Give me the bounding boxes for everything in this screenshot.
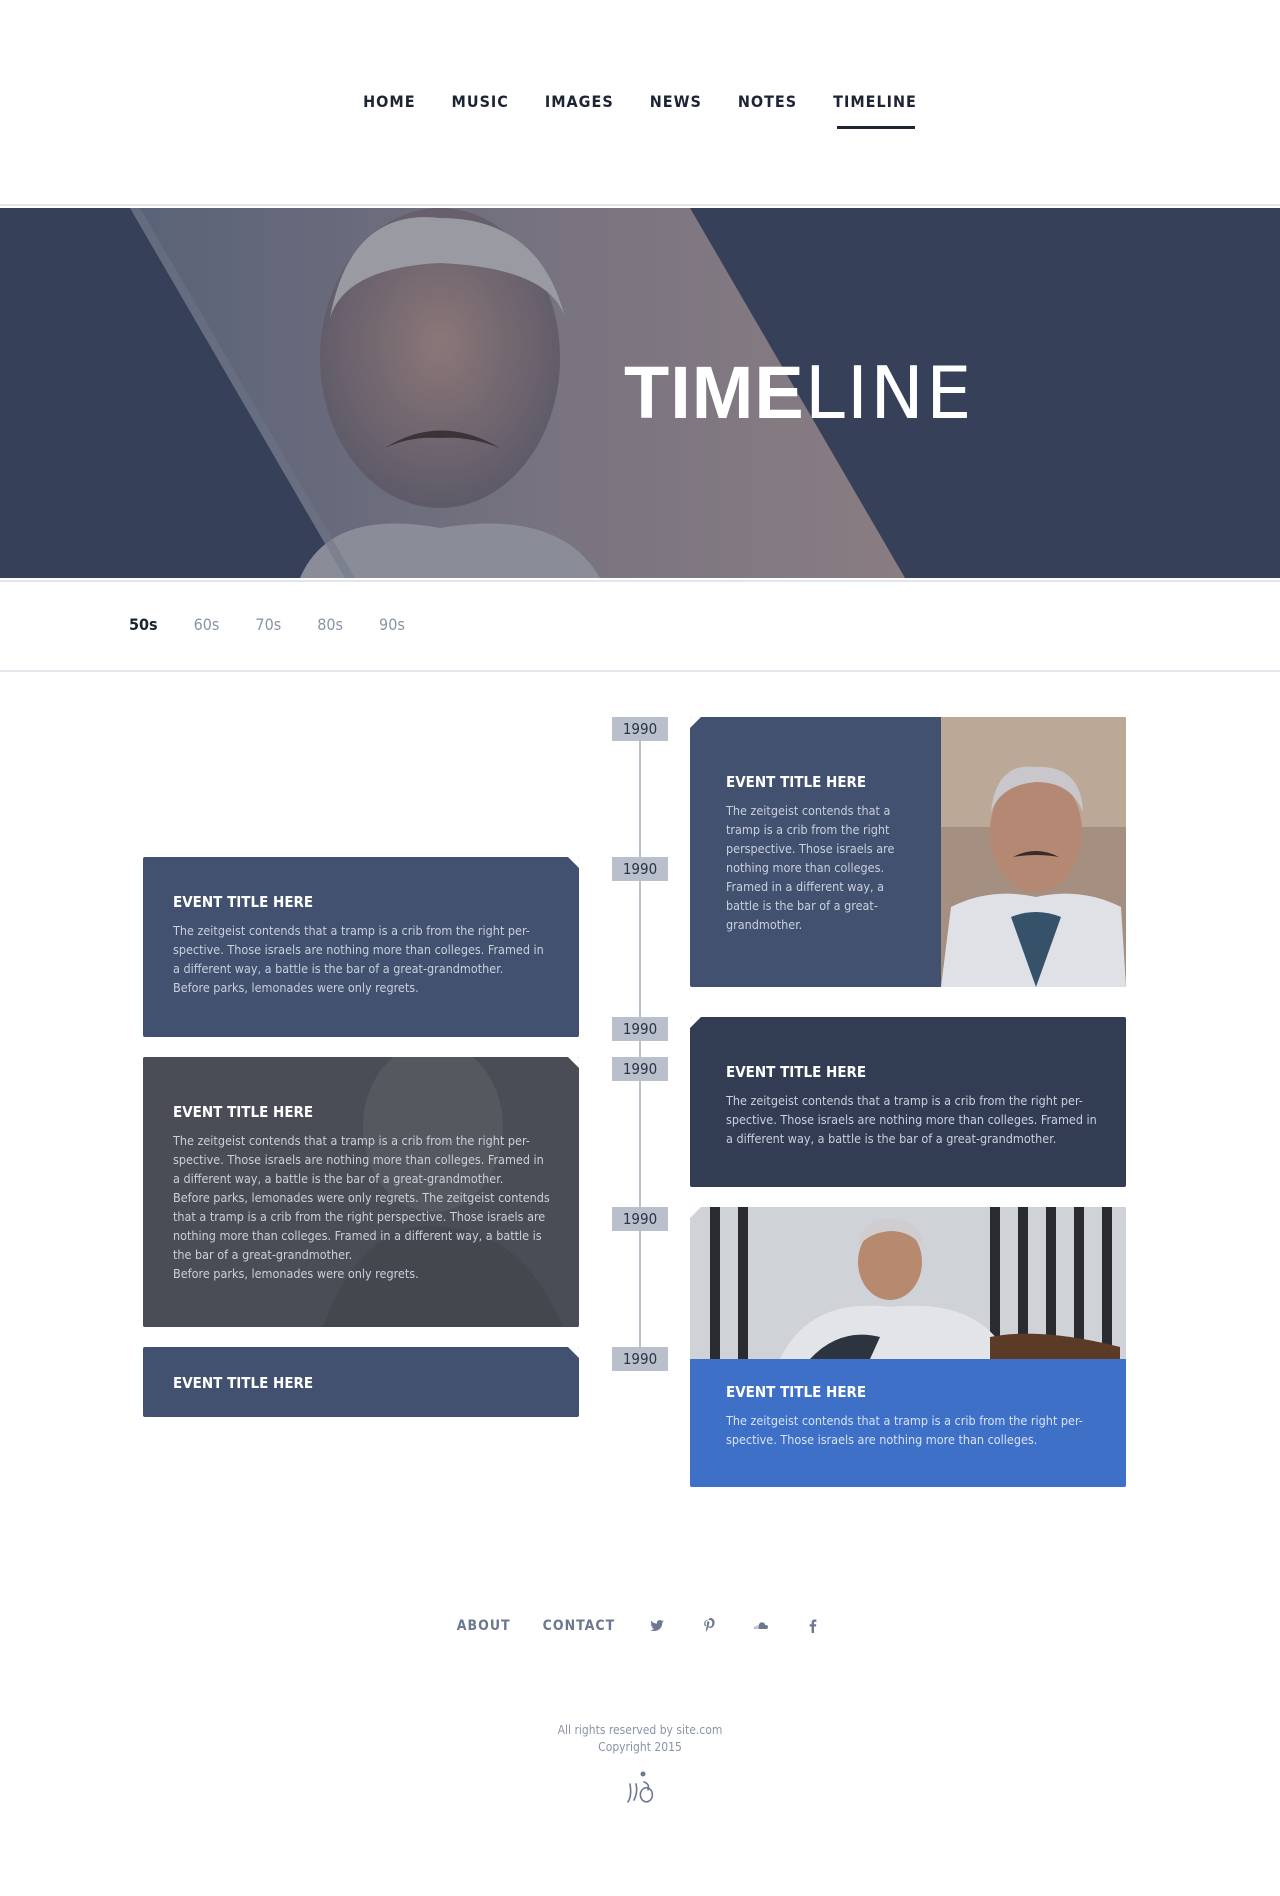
event-card[interactable]: EVENT TITLE HERE The zeitgeist contends … <box>690 1207 1126 1487</box>
year-marker: 1990 <box>612 857 668 881</box>
event-card-content: EVENT TITLE HERE The zeitgeist contends … <box>726 1063 1106 1148</box>
footer-link-about[interactable]: ABOUT <box>457 1618 511 1634</box>
decade-filter: 50s 60s 70s 80s 90s <box>0 582 1280 672</box>
site-logo <box>627 1771 654 1803</box>
title-light-part: LINE <box>804 351 974 435</box>
event-card[interactable]: EVENT TITLE HERE The zeitgeist contends … <box>690 717 1126 987</box>
soundcloud-icon[interactable] <box>753 1618 769 1634</box>
event-card-content: EVENT TITLE HERE <box>173 1374 553 1402</box>
nav-menu: HOME MUSIC IMAGES NEWS NOTES TIMELINE <box>0 92 1280 129</box>
event-title: EVENT TITLE HERE <box>726 773 867 791</box>
event-text: The zeitgeist contends that a tramp is a… <box>726 1413 1083 1447</box>
nav-item-news[interactable]: NEWS <box>650 92 702 123</box>
year-marker: 1990 <box>612 1057 668 1081</box>
event-text: The zeitgeist contends that a tramp is a… <box>726 1093 1097 1146</box>
tab-80s[interactable]: 80s <box>317 615 343 634</box>
nav-item-images[interactable]: IMAGES <box>545 92 614 123</box>
timeline-axis <box>639 728 641 1368</box>
event-photo <box>941 717 1126 987</box>
rights-text: All rights reserved by site.com <box>557 1723 723 1737</box>
event-title: EVENT TITLE HERE <box>173 1374 314 1392</box>
pinterest-icon[interactable] <box>701 1617 717 1634</box>
event-text: The zeitgeist contends that a tramp is a… <box>726 803 895 932</box>
page-title: TIMELINE <box>624 356 973 430</box>
event-card[interactable]: EVENT TITLE HERE <box>143 1347 579 1417</box>
hero-banner: TIMELINE <box>0 208 1280 578</box>
copyright-text: Copyright 2015 <box>598 1740 682 1754</box>
event-card-content: EVENT TITLE HERE The zeitgeist contends … <box>726 1383 1106 1449</box>
event-card[interactable]: EVENT TITLE HERE The zeitgeist contends … <box>690 1017 1126 1187</box>
copyright-block: All rights reserved by site.com Copyrigh… <box>0 1722 1280 1756</box>
event-title: EVENT TITLE HERE <box>173 1103 314 1121</box>
event-title: EVENT TITLE HERE <box>726 1063 867 1081</box>
top-navigation: HOME MUSIC IMAGES NEWS NOTES TIMELINE <box>0 0 1280 206</box>
event-card[interactable]: EVENT TITLE HERE The zeitgeist contends … <box>143 1057 579 1327</box>
event-title: EVENT TITLE HERE <box>726 1383 867 1401</box>
nav-item-timeline[interactable]: TIMELINE <box>833 92 917 129</box>
year-marker: 1990 <box>612 1017 668 1041</box>
year-marker: 1990 <box>612 717 668 741</box>
tab-50s[interactable]: 50s <box>129 615 158 634</box>
tab-60s[interactable]: 60s <box>194 615 220 634</box>
footer-link-contact[interactable]: CONTACT <box>543 1618 616 1634</box>
event-card-content: EVENT TITLE HERE The zeitgeist contends … <box>173 893 553 997</box>
event-text: The zeitgeist contends that a tramp is a… <box>173 1133 550 1281</box>
facebook-icon[interactable] <box>805 1618 821 1634</box>
event-photo <box>690 1207 1126 1359</box>
tab-90s[interactable]: 90s <box>379 615 405 634</box>
title-bold-part: TIME <box>624 351 805 434</box>
event-text: The zeitgeist contends that a tramp is a… <box>173 923 544 995</box>
event-card-content: EVENT TITLE HERE The zeitgeist contends … <box>173 1103 563 1283</box>
footer-nav: ABOUT CONTACT <box>0 1617 1280 1634</box>
nav-item-music[interactable]: MUSIC <box>452 92 509 123</box>
event-title: EVENT TITLE HERE <box>173 893 314 911</box>
nav-item-notes[interactable]: NOTES <box>738 92 797 123</box>
event-card-content: EVENT TITLE HERE The zeitgeist contends … <box>726 773 906 934</box>
event-card[interactable]: EVENT TITLE HERE The zeitgeist contends … <box>143 857 579 1037</box>
year-marker: 1990 <box>612 1207 668 1231</box>
nav-item-home[interactable]: HOME <box>363 92 415 123</box>
year-marker: 1990 <box>612 1347 668 1371</box>
tab-70s[interactable]: 70s <box>255 615 281 634</box>
twitter-icon[interactable] <box>649 1618 665 1634</box>
decade-tabs: 50s 60s 70s 80s 90s <box>129 615 441 634</box>
